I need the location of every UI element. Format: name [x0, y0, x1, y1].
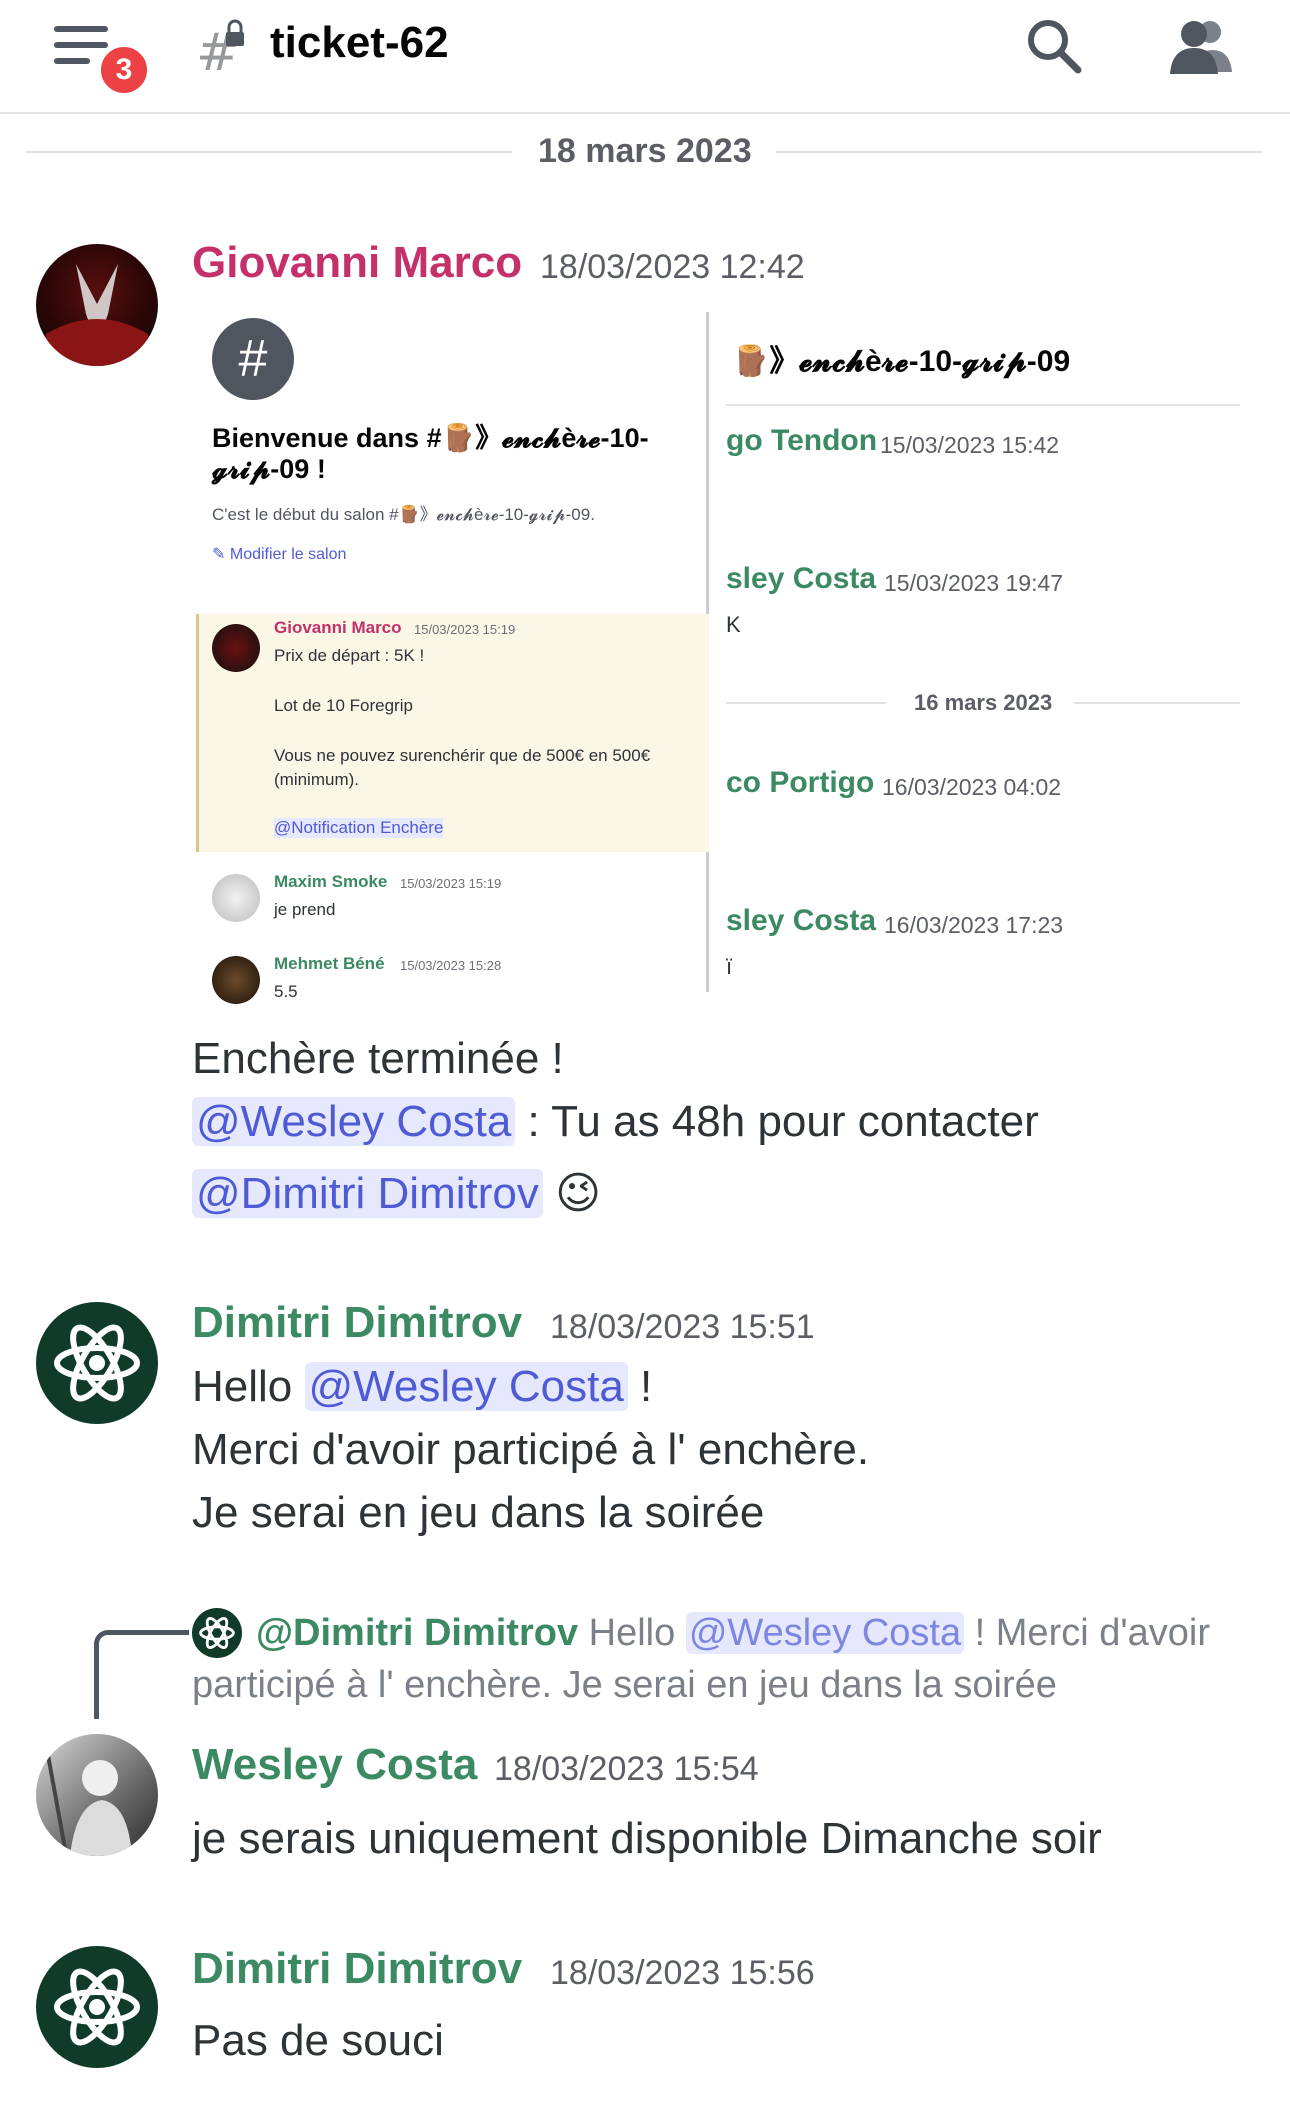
quoted-line-4: (minimum). — [274, 770, 359, 789]
avatar-image — [44, 1743, 132, 1856]
right-row-2-text: K — [726, 612, 741, 637]
message-line: Merci d'avoir participé à l' enchère. — [192, 1425, 870, 1474]
reply-author-mention: @Dimitri Dimitrov — [256, 1612, 579, 1654]
wink-emoji: 😉 — [555, 1169, 601, 1218]
right-row-1-ts: 15/03/2023 15:42 — [880, 432, 1060, 458]
msg2-text: 5.5 — [274, 982, 298, 1001]
msg1-text: je prend — [274, 900, 336, 919]
member-list-icon[interactable] — [1164, 16, 1234, 76]
quoted-mention: @Notification Enchère — [274, 818, 444, 838]
reply-preview[interactable]: @Dimitri Dimitrov Hello @Wesley Costa ! … — [256, 1612, 1210, 1655]
user-mention[interactable]: @Wesley Costa — [192, 1097, 516, 1146]
right-row-2-ts: 15/03/2023 19:47 — [884, 570, 1064, 596]
right-row-4-name: sley Costa — [726, 904, 877, 937]
message-line: @Wesley Costa : Tu as 48h pour contacter — [192, 1097, 1039, 1147]
msg1-ts: 15/03/2023 15:19 — [400, 876, 502, 891]
search-icon[interactable] — [1024, 16, 1084, 76]
quoted-line-3: Vous ne pouvez surenchérir que de 500€ e… — [274, 746, 651, 765]
avatar-dimitri-dimitrov[interactable] — [36, 1302, 158, 1424]
message-text: : Tu as 48h pour contacter — [515, 1097, 1039, 1146]
channel-start-text: C'est le début du salon #🪵》𝓮𝓷𝓬𝓱è𝓻𝓮-10-𝓰𝓻… — [212, 505, 595, 524]
quoted-line-1: Prix de départ : 5K ! — [274, 646, 425, 665]
channel-header: 3 # ticket-62 — [0, 0, 1290, 114]
right-row-1-name: go Tendon — [726, 424, 878, 457]
right-divider-line-left — [726, 702, 886, 704]
right-channel-title: 🪵》𝓮𝓷𝓬𝓱è𝓻𝓮-10-𝓰𝓻𝓲𝓹-09 — [732, 345, 1071, 378]
atom-icon — [54, 1968, 140, 2046]
right-divider-line-right — [1074, 702, 1240, 704]
avatar-giovanni-marco[interactable] — [36, 244, 158, 366]
avatar-wesley-costa[interactable] — [36, 1734, 158, 1856]
svg-text:#: # — [196, 23, 240, 78]
avatar-mehmet-bene — [212, 956, 260, 1004]
quoted-author: Giovanni Marco — [274, 618, 402, 637]
message-author[interactable]: Giovanni Marco — [192, 238, 522, 288]
avatar-maxim-smoke — [212, 874, 260, 922]
avatar-dimitri-dimitrov[interactable] — [36, 1946, 158, 2068]
reply-preview-line-2: participé à l' enchère. Je serai en jeu … — [192, 1664, 1057, 1706]
pencil-icon: ✎ — [212, 546, 230, 563]
right-date-divider: 16 mars 2023 — [914, 690, 1053, 715]
right-row-2-name: sley Costa — [726, 562, 877, 595]
reply-text: ! Merci d'avoir — [964, 1612, 1210, 1654]
msg2-ts: 15/03/2023 15:28 — [400, 958, 502, 973]
edit-channel-label: Modifier le salon — [229, 546, 347, 563]
atom-icon — [54, 1324, 140, 1402]
message-author[interactable]: Wesley Costa — [192, 1740, 477, 1790]
message-timestamp: 18/03/2023 12:42 — [540, 248, 805, 286]
message-text: ! — [627, 1362, 653, 1411]
quoted-line-2: Lot de 10 Foregrip — [274, 696, 413, 715]
avatar-giovanni-marco-mini — [212, 624, 260, 672]
right-row-3-ts: 16/03/2023 04:02 — [882, 774, 1062, 800]
locked-channel-hash-icon: # — [196, 19, 244, 78]
reply-text: Hello — [588, 1612, 686, 1654]
welcome-line-2: 𝓰𝓻𝓲𝓹-09 ! — [212, 454, 326, 484]
image-attachment[interactable]: # Bienvenue dans #🪵》𝓮𝓷𝓬𝓱è𝓻𝓮-10- 𝓰𝓻𝓲𝓹-09 … — [192, 312, 1242, 1012]
right-row-4-text: ï — [726, 954, 733, 979]
user-mention[interactable]: @Wesley Costa — [304, 1362, 628, 1411]
message-line: Je serai en jeu dans la soirée — [192, 1488, 765, 1537]
message-line: @Dimitri Dimitrov 😉 — [192, 1168, 601, 1219]
highlighted-message — [196, 614, 709, 852]
user-mention[interactable]: @Dimitri Dimitrov — [192, 1169, 543, 1218]
right-row-4-ts: 16/03/2023 17:23 — [884, 912, 1064, 938]
date-divider-line-left — [26, 151, 512, 153]
reply-user-mention: @Wesley Costa — [685, 1612, 965, 1654]
reply-avatar — [192, 1608, 242, 1658]
message-line: je serais uniquement disponible Dimanche… — [192, 1814, 1102, 1863]
message-author[interactable]: Dimitri Dimitrov — [192, 1944, 522, 1994]
message-timestamp: 18/03/2023 15:51 — [550, 1308, 815, 1346]
right-row-3-name: co Portigo — [726, 766, 875, 799]
edit-channel-link: ✎ Modifier le salon — [212, 544, 346, 564]
message-line: Hello @Wesley Costa ! — [192, 1362, 652, 1412]
message-line: Enchère terminée ! — [192, 1034, 564, 1083]
channel-title: ticket-62 — [270, 18, 449, 67]
quoted-ts: 15/03/2023 15:19 — [414, 622, 516, 637]
msg2-author: Mehmet Béné — [274, 954, 385, 973]
atom-icon — [199, 1617, 235, 1649]
msg1-author: Maxim Smoke — [274, 872, 388, 891]
notification-badge: 3 — [96, 42, 152, 98]
welcome-line-1: Bienvenue dans #🪵》𝓮𝓷𝓬𝓱è𝓻𝓮-10- — [212, 423, 649, 453]
date-divider: 18 mars 2023 — [538, 132, 752, 170]
message-timestamp: 18/03/2023 15:54 — [494, 1750, 759, 1788]
channel-hash-icon: # — [212, 318, 294, 400]
date-divider-line-right — [776, 151, 1262, 153]
reply-spine — [94, 1630, 189, 1719]
message-timestamp: 18/03/2023 15:56 — [550, 1954, 815, 1992]
avatar-image — [46, 264, 148, 366]
message-author[interactable]: Dimitri Dimitrov — [192, 1298, 522, 1348]
message-text: Hello — [192, 1362, 305, 1411]
right-header-border — [726, 404, 1240, 406]
message-line: Pas de souci — [192, 2016, 444, 2065]
